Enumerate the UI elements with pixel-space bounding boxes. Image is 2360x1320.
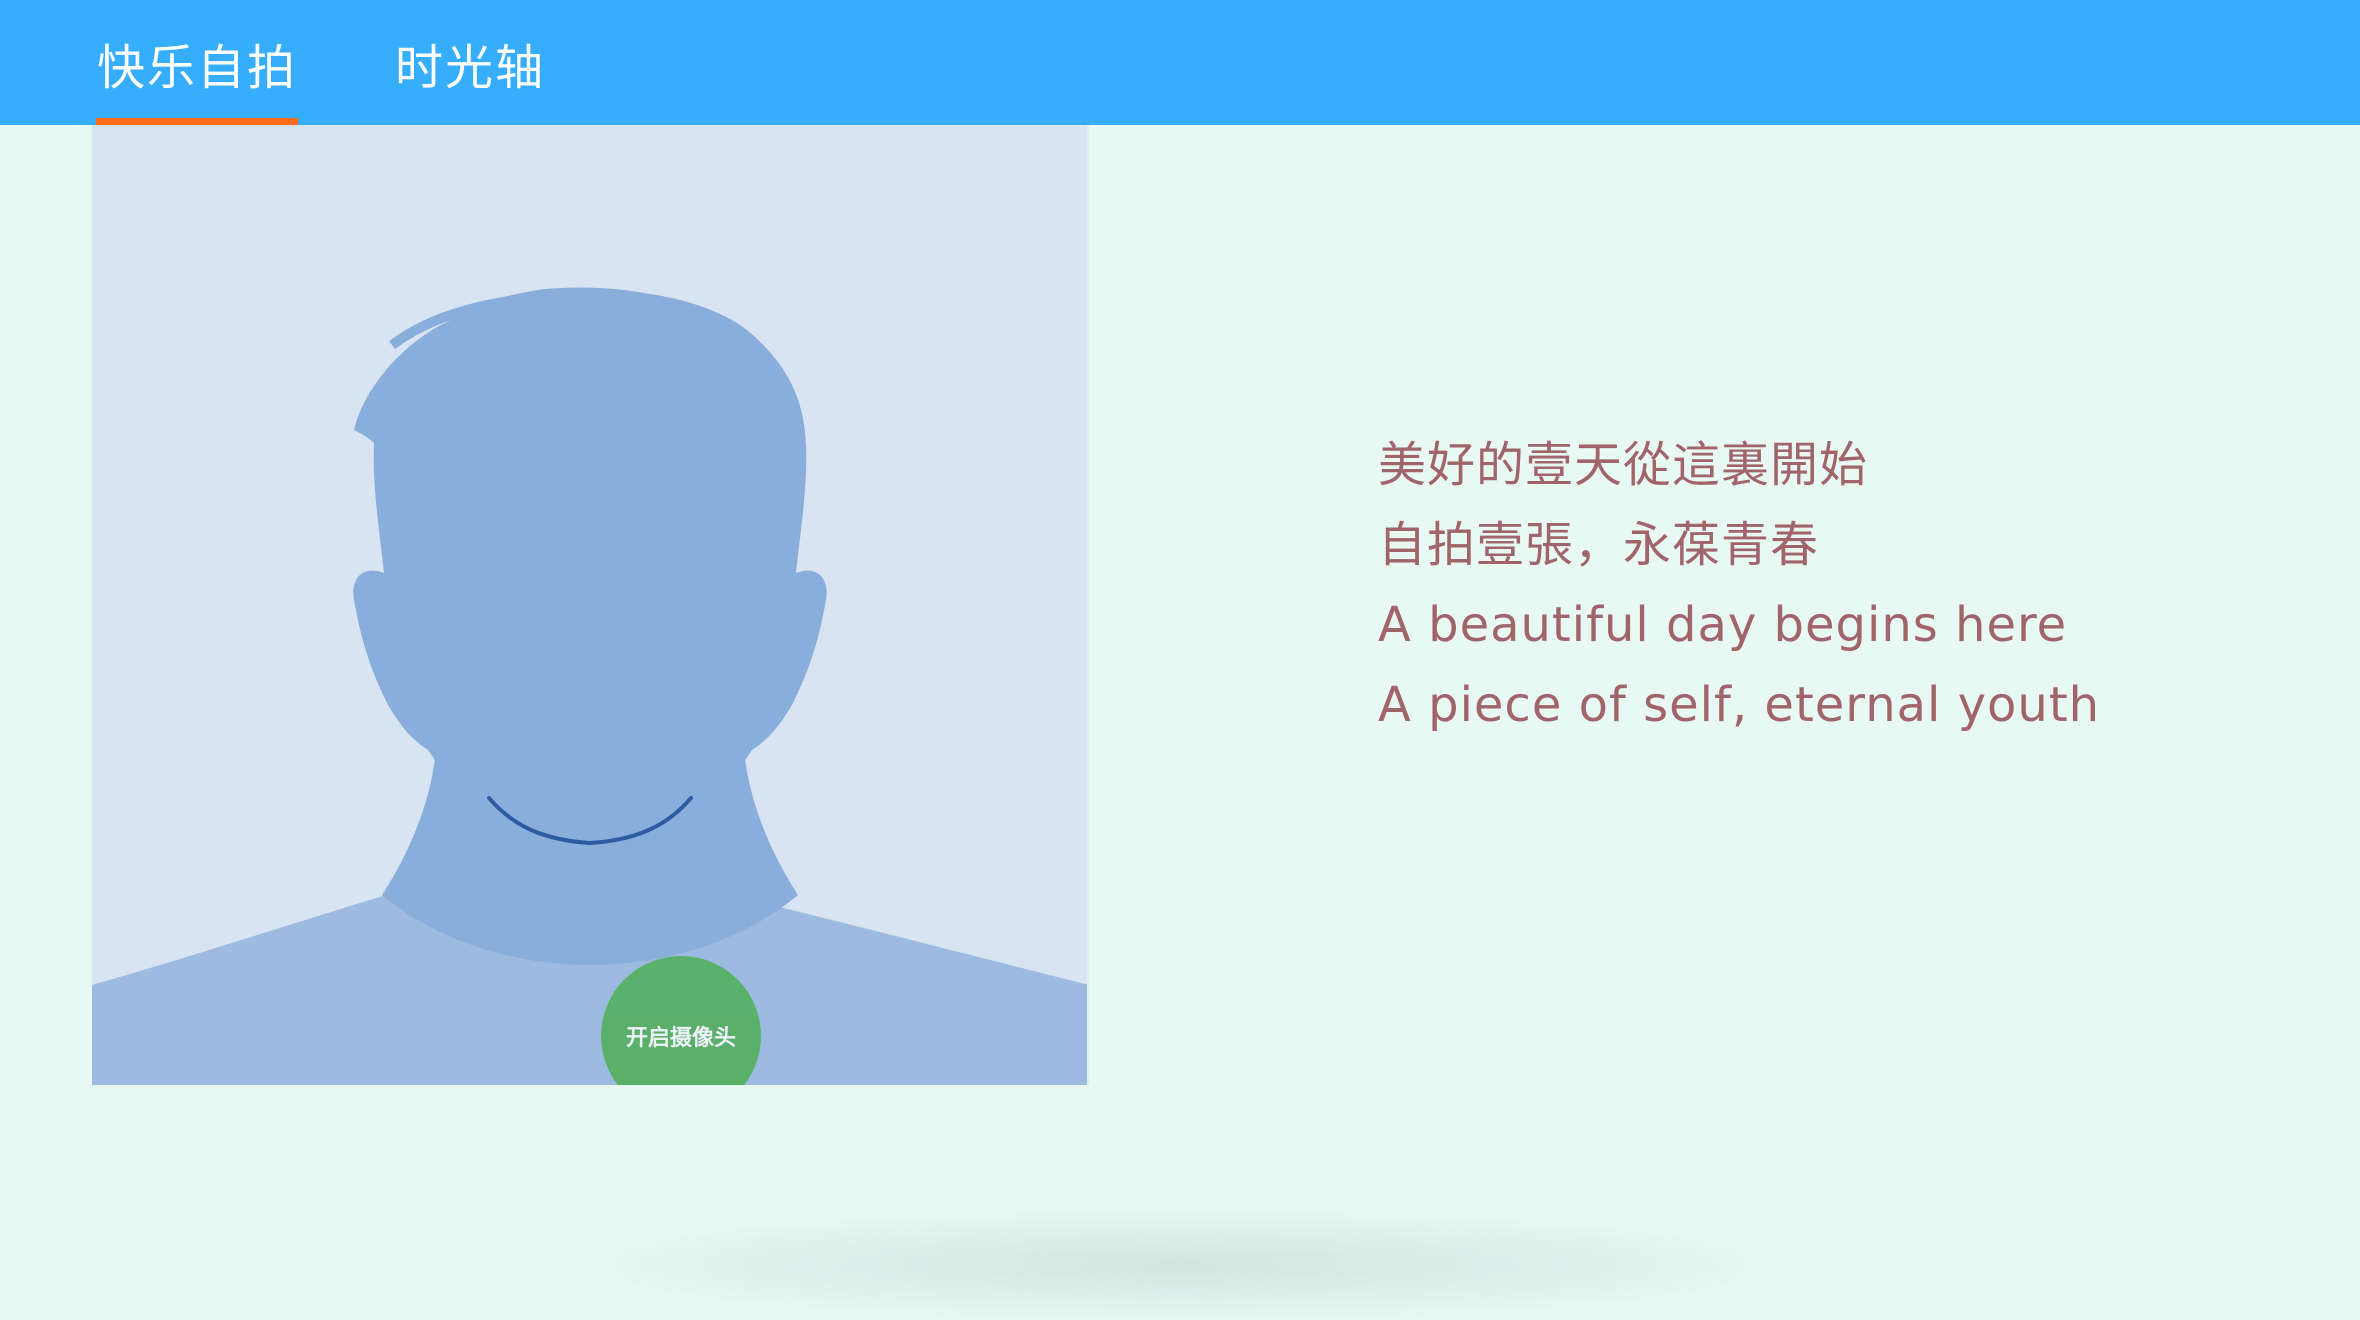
tab-happy-selfie-label: 快乐自拍 xyxy=(96,39,297,96)
tab-timeline[interactable]: 时光轴 xyxy=(370,0,570,125)
quote-line-1: 美好的壹天從這裏開始 xyxy=(1378,437,1869,493)
quote-line-4: A piece of self, eternal youth xyxy=(1378,677,2101,733)
main-content: 开启摄像头 美好的壹天從這裏開始 自拍壹張，永葆青春 A beautiful d… xyxy=(0,125,2360,1320)
top-navigation-bar: 快乐自拍 时光轴 xyxy=(0,0,2360,125)
footer-shadow xyxy=(560,1210,1800,1320)
tab-timeline-label: 时光轴 xyxy=(394,39,545,96)
open-camera-button-label: 开启摄像头 xyxy=(625,1026,736,1051)
person-silhouette-icon xyxy=(92,287,1087,1085)
quote-line-2: 自拍壹張，永葆青春 xyxy=(1378,517,1820,573)
quotes-block: 美好的壹天從這裏開始 自拍壹張，永葆青春 A beautiful day beg… xyxy=(1378,425,2278,745)
selfie-photo-frame: 开启摄像头 xyxy=(92,125,1089,1085)
quote-line-3: A beautiful day begins here xyxy=(1378,597,2068,653)
tab-happy-selfie[interactable]: 快乐自拍 xyxy=(96,0,298,125)
